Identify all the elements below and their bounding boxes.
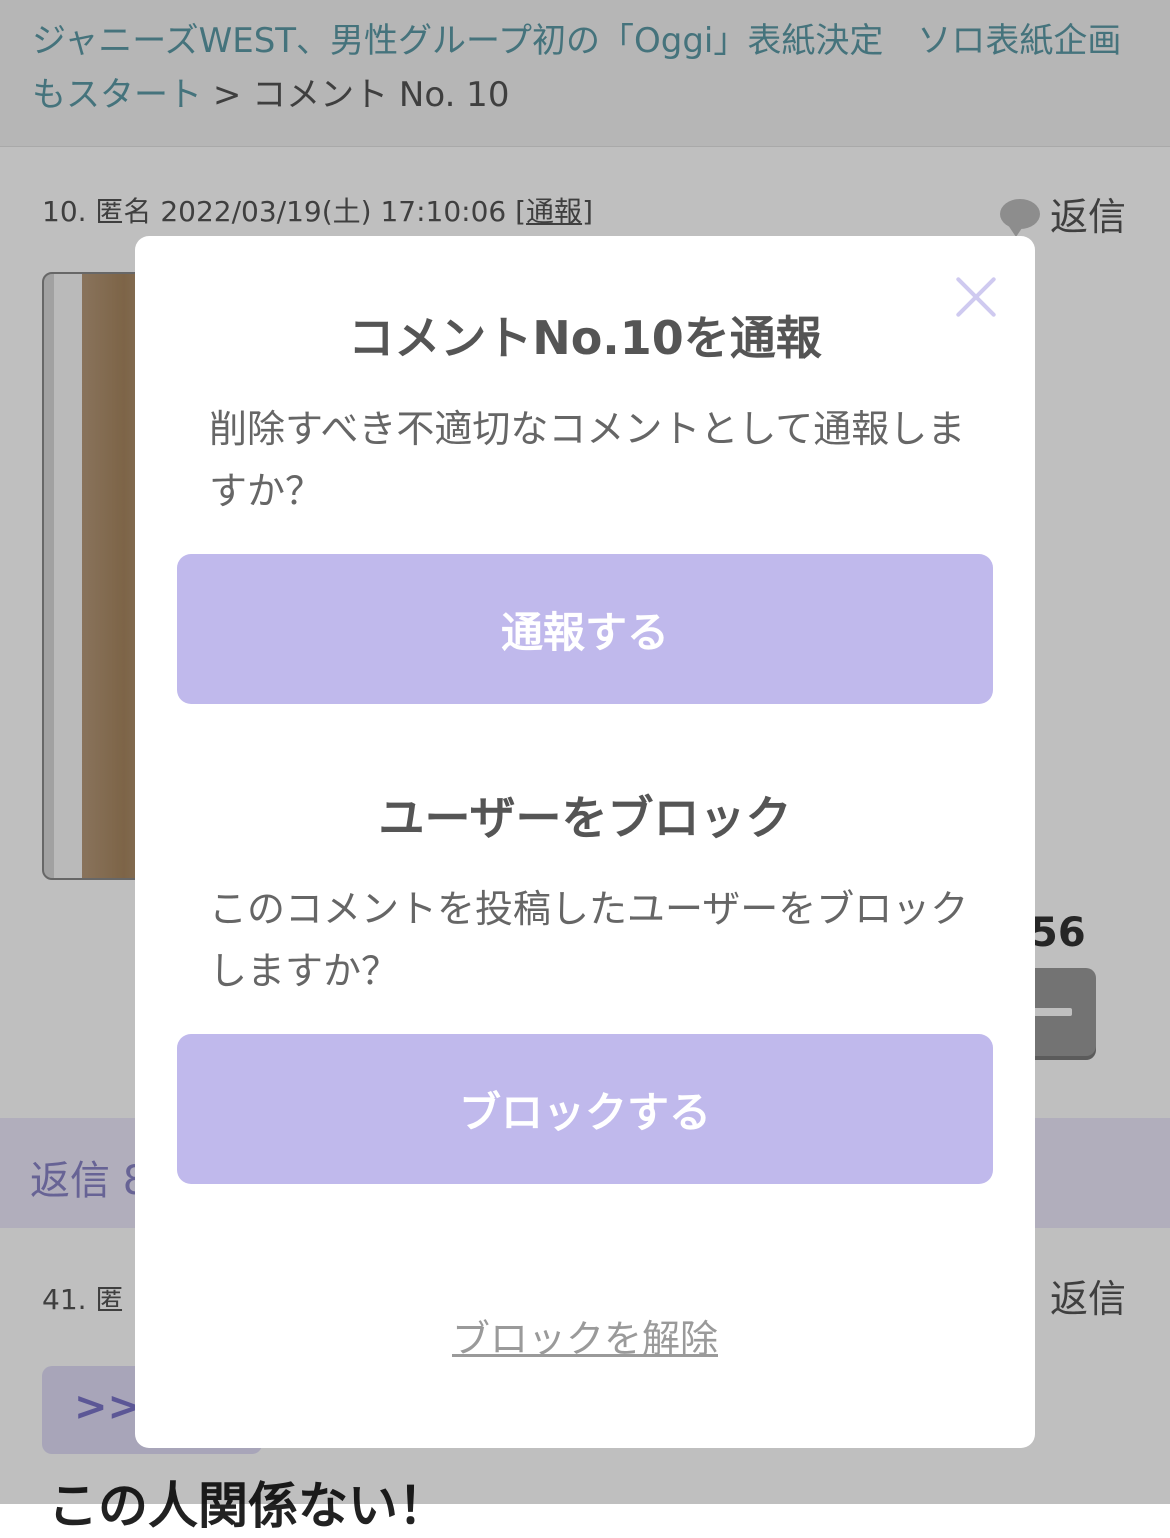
report-description: 削除すべき不適切なコメントとして通報しますか？ bbox=[209, 407, 966, 513]
report-modal: コメントNo.10を通報 削除すべき不適切なコメントとして通報しますか？ 通報す… bbox=[135, 236, 1035, 1448]
block-button[interactable]: ブロックする bbox=[177, 1034, 993, 1184]
block-title: ユーザーをブロック bbox=[378, 791, 792, 845]
unblock-link[interactable]: ブロックを解除 bbox=[135, 1308, 1035, 1363]
report-title: コメントNo.10を通報 bbox=[348, 311, 822, 365]
block-description: このコメントを投稿したユーザーをブロックしますか？ bbox=[209, 887, 969, 993]
page: ジャニーズWEST、男性グループ初の「Oggi」表紙決定 ソロ表紙企画もスタート… bbox=[0, 0, 1170, 1535]
report-button[interactable]: 通報する bbox=[177, 554, 993, 704]
